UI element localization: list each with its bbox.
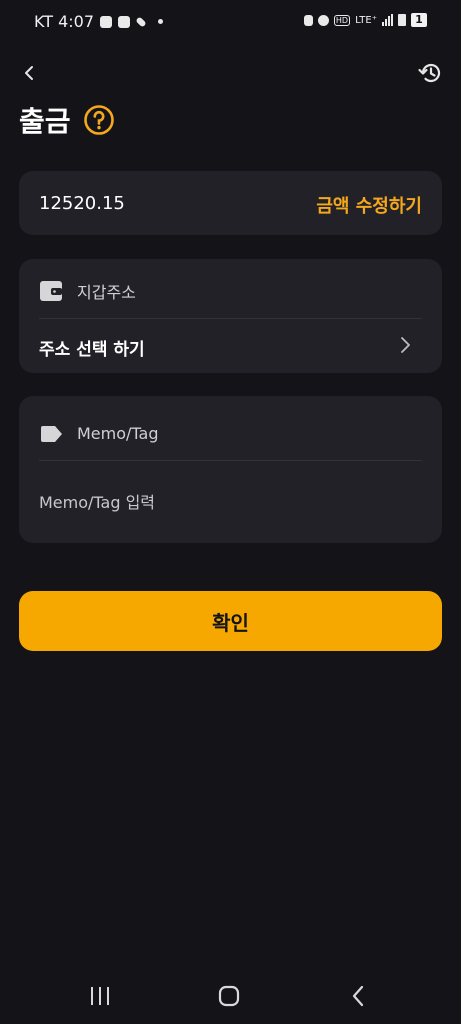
carrier-time: KT 4:07 — [34, 12, 95, 31]
wallet-address-header: 지갑주소 — [39, 279, 136, 303]
battery-indicator: 1 — [411, 13, 427, 27]
top-bar — [0, 56, 461, 92]
chevron-right-icon — [401, 337, 410, 353]
system-nav-bar — [0, 968, 461, 1024]
recents-button[interactable] — [80, 980, 120, 1012]
divider — [39, 460, 422, 461]
sim-icon — [398, 14, 406, 26]
edit-amount-button[interactable]: 금액 수정하기 — [316, 192, 422, 218]
home-button[interactable] — [209, 980, 249, 1012]
back-icon — [25, 66, 33, 80]
select-address-button[interactable]: 주소 선택 하기 — [19, 319, 442, 373]
select-address-label: 주소 선택 하기 — [39, 340, 145, 360]
confirm-button[interactable]: 확인 — [19, 591, 442, 651]
history-button[interactable] — [413, 56, 447, 90]
status-right: HD LTE⁺ 1 — [303, 13, 427, 27]
lock-icon — [303, 14, 313, 26]
memo-tag-label: Memo/Tag — [77, 424, 159, 443]
nav-back-icon — [352, 985, 364, 1007]
wallet-address-card: 지갑주소 주소 선택 하기 — [19, 259, 442, 373]
help-button[interactable] — [83, 104, 115, 136]
alarm-icon — [317, 14, 329, 26]
amount-card: 12520.15 금액 수정하기 — [19, 171, 442, 235]
more-notifications-icon — [158, 19, 164, 24]
network-type: LTE⁺ — [355, 14, 377, 26]
help-icon — [83, 105, 114, 135]
wallet-icon — [40, 281, 62, 301]
page-title: 출금 — [19, 105, 71, 138]
memo-tag-card: Memo/Tag — [19, 396, 442, 543]
status-left: KT 4:07 — [34, 12, 164, 31]
title-row: 출금 — [19, 100, 115, 140]
signal-icon — [382, 14, 393, 26]
status-bar: KT 4:07 HD LTE⁺ 1 — [0, 0, 461, 44]
memo-tag-header: Memo/Tag — [39, 424, 159, 443]
tag-icon — [41, 425, 62, 442]
wallet-address-label: 지갑주소 — [77, 283, 136, 302]
talk-notification-icon — [100, 15, 113, 28]
memo-tag-input[interactable] — [39, 488, 422, 516]
gallery-notification-icon — [118, 15, 131, 28]
pill-notification-icon — [135, 15, 147, 28]
nav-back-button[interactable] — [338, 980, 378, 1012]
recents-icon — [91, 987, 109, 1005]
amount-value: 12520.15 — [39, 193, 125, 214]
home-icon — [218, 985, 240, 1007]
back-button[interactable] — [14, 56, 44, 90]
hd-icon: HD — [333, 14, 351, 26]
history-icon — [418, 63, 441, 83]
